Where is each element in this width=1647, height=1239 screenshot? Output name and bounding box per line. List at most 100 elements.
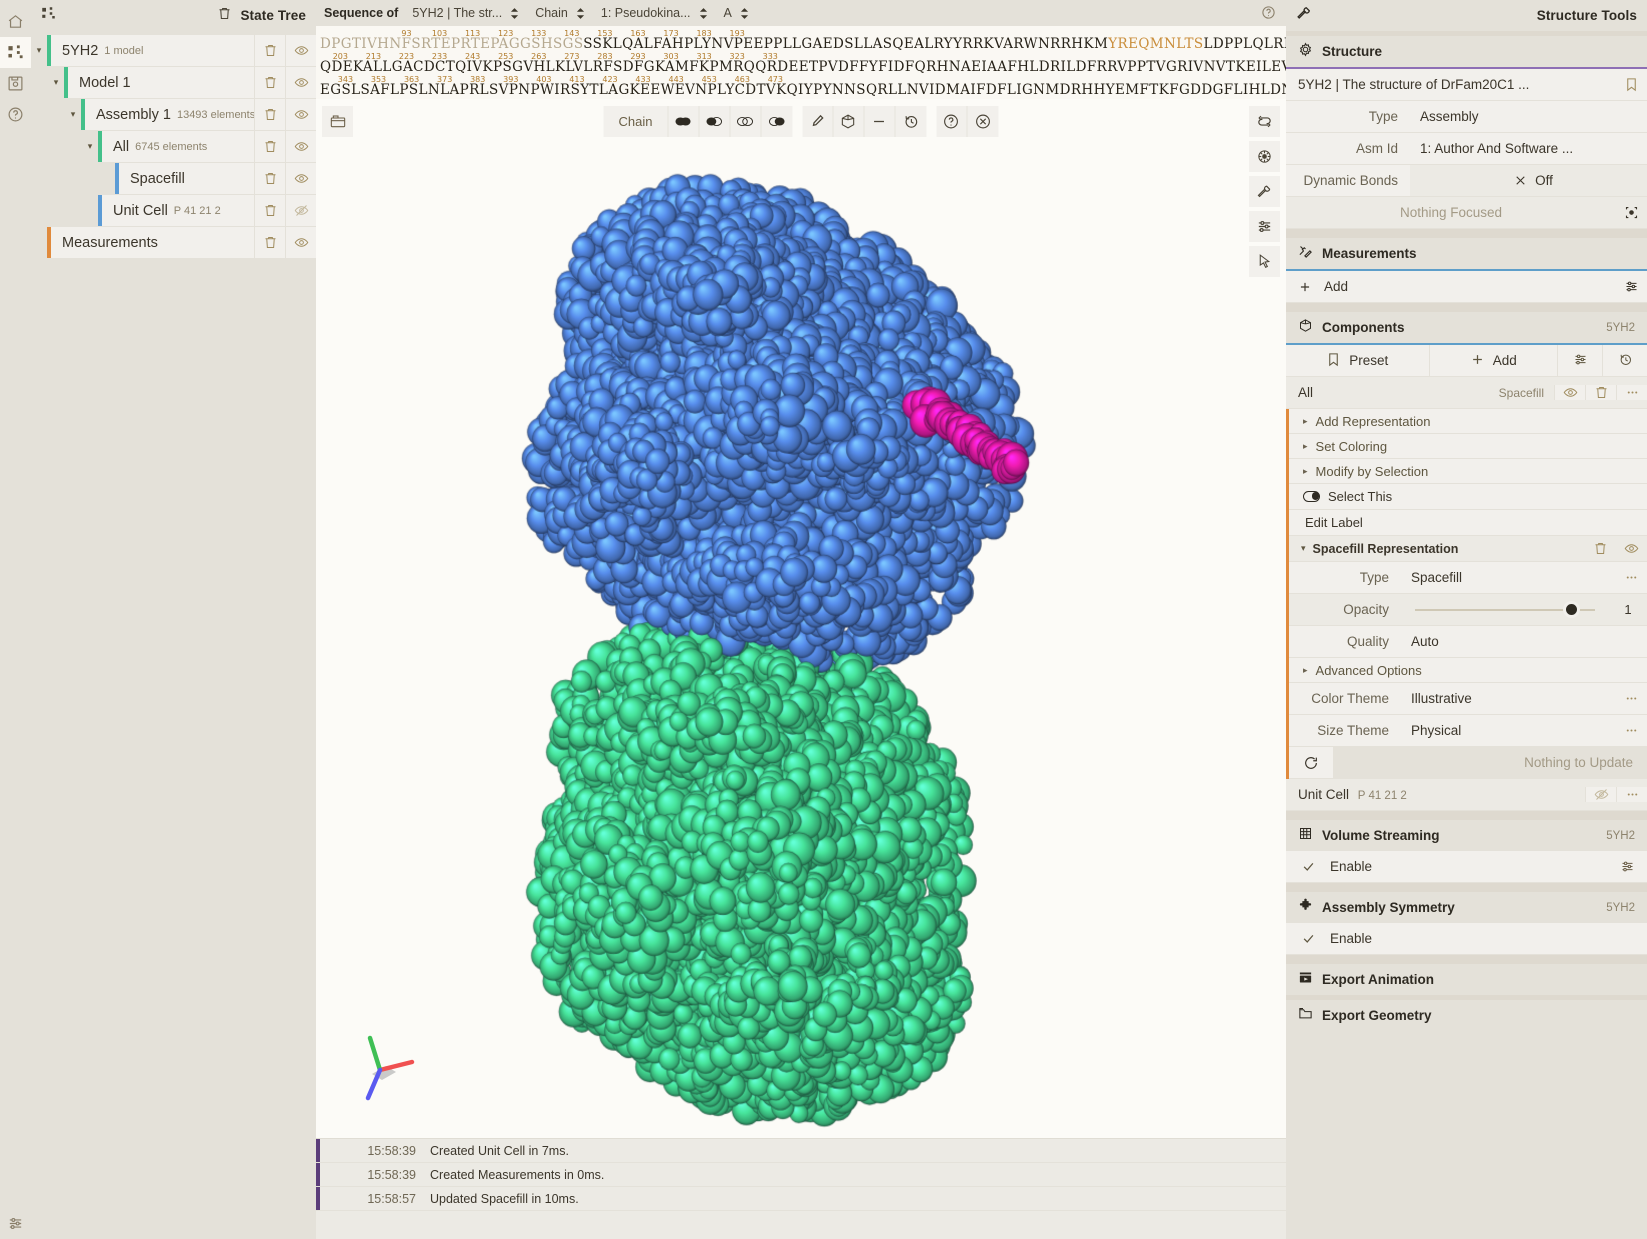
components-options-button[interactable] [1558,345,1602,376]
tree-node-delete-icon[interactable] [254,195,285,226]
tree-node-label-cell[interactable]: Measurements [51,227,254,258]
help-icon[interactable] [0,99,31,130]
section-header-structure[interactable]: Structure [1286,36,1647,67]
structure-dynamicbonds-value-wrap[interactable]: Off [1410,165,1647,196]
color-theme-more-icon[interactable] [1616,691,1647,706]
representation-header-row[interactable]: ▾ Spacefill Representation [1289,536,1647,561]
sequence-line[interactable]: 93 103 113 123 133 143 153 163 173 183 1… [320,29,1282,52]
section-header-measurements[interactable]: Measurements [1286,238,1647,269]
tree-node-delete-icon[interactable] [254,67,285,98]
representation-type-value[interactable]: Spacefill [1401,562,1616,593]
component-delete-icon[interactable] [1585,385,1616,400]
bookmark-icon[interactable] [1616,77,1647,92]
tree-node-visibility-off-icon[interactable] [285,195,316,226]
add-component-button[interactable]: Add [1430,345,1558,376]
component-more-icon[interactable] [1616,385,1647,400]
sequence-residues[interactable]: EGSLSAFLPSLNLAPRLSVPNPWIRSYTLAGKEEWEVNPL… [320,82,1286,98]
opacity-slider[interactable] [1401,594,1609,625]
assembly-symmetry-enable-row[interactable]: Enable [1286,923,1647,954]
measurements-add-row[interactable]: Add [1286,271,1647,302]
tree-node-delete-icon[interactable] [254,163,285,194]
tree-node-delete-icon[interactable] [254,99,285,130]
components-history-button[interactable] [1603,345,1647,376]
representation-visibility-icon[interactable] [1616,536,1647,561]
color-theme-value[interactable]: Illustrative [1401,683,1616,714]
tree-node-visibility-icon[interactable] [285,35,316,66]
sequence-line[interactable]: 203 213 223 233 243 253 263 273 283 293 … [320,52,1282,75]
sequence-residues[interactable]: DPGTIVHNFSRTEPRTEPAGGSHSGSSSKLQALFAHPLYN… [320,36,1286,52]
tree-node-label-cell[interactable]: Model 1 [68,67,254,98]
home-icon[interactable] [0,6,31,37]
refresh-icon[interactable] [1289,747,1333,778]
section-header-assembly-symmetry[interactable]: Assembly Symmetry 5YH2 [1286,892,1647,923]
molecule-viewport[interactable]: Chain [316,99,1286,1138]
modify-by-selection-row[interactable]: ▸ Modify by Selection [1289,459,1647,483]
unit-cell-visibility-off-icon[interactable] [1585,787,1616,802]
sequence-help-icon[interactable] [1261,5,1276,25]
sequence-entity-select[interactable]: 1: Pseudokina... [601,6,691,20]
measurements-options-icon[interactable] [1616,279,1647,294]
section-header-export-geometry[interactable]: Export Geometry [1286,1000,1647,1031]
chevron-down-icon[interactable]: ▾ [65,109,81,120]
state-tree-row[interactable]: Unit CellP 41 21 2 [31,195,316,226]
volume-streaming-enable-row[interactable]: Enable [1286,851,1647,882]
tree-node-visibility-icon[interactable] [285,227,316,258]
state-tree-row[interactable]: ▾5YH21 model [31,35,316,66]
chevron-down-icon[interactable]: ▾ [82,141,98,152]
structure-type-row[interactable]: Type Assembly [1286,101,1647,132]
advanced-options-row[interactable]: ▸ Advanced Options [1289,658,1647,682]
preset-button[interactable]: Preset [1286,345,1429,376]
sequence-view[interactable]: 93 103 113 123 133 143 153 163 173 183 1… [316,26,1286,99]
structure-dynamicbonds-row[interactable]: Dynamic Bonds Off [1286,165,1647,196]
tree-node-delete-icon[interactable] [254,131,285,162]
tree-node-visibility-icon[interactable] [285,67,316,98]
tree-node-visibility-icon[interactable] [285,99,316,130]
size-theme-more-icon[interactable] [1616,723,1647,738]
focus-target-icon[interactable] [1616,205,1647,220]
chevron-down-icon[interactable]: ▾ [1289,543,1306,554]
tree-node-label-cell[interactable]: Unit CellP 41 21 2 [102,195,254,226]
state-tree-row[interactable]: Measurements [31,227,316,258]
tree-node-delete-icon[interactable] [254,227,285,258]
representation-quality-value[interactable]: Auto [1401,626,1647,657]
unit-cell-more-icon[interactable] [1616,787,1647,802]
state-tree-row[interactable]: ▾Model 1 [31,67,316,98]
tree-node-label-cell[interactable]: Assembly 113493 elements [85,99,254,130]
set-coloring-row[interactable]: ▸ Set Coloring [1289,434,1647,458]
unit-cell-row[interactable]: Unit Cell P 41 21 2 [1286,779,1647,810]
section-header-export-animation[interactable]: Export Animation [1286,964,1647,995]
molecule-render[interactable] [316,99,1286,1138]
structure-asmid-row[interactable]: Asm Id 1: Author And Software ... [1286,133,1647,164]
component-header-row[interactable]: All Spacefill [1286,377,1647,408]
chevron-updown-icon-2[interactable] [576,8,585,19]
save-state-icon[interactable] [0,68,31,99]
structure-asmid-value[interactable]: 1: Author And Software ... [1410,133,1647,164]
state-tree-row[interactable]: Spacefill [31,163,316,194]
tree-node-label-cell[interactable]: Spacefill [119,163,254,194]
sequence-line[interactable]: 343 353 363 373 383 393 403 413 423 433 … [320,75,1282,98]
representation-delete-icon[interactable] [1585,536,1616,561]
sequence-chain-select[interactable]: A [724,6,732,20]
sequence-residues[interactable]: QDEKALLGACDCTQIVKPSGVHLKLVLRFSDFGKAMFKPM… [320,59,1286,75]
representation-type-row[interactable]: Type Spacefill [1289,562,1647,593]
edit-label-row[interactable]: Edit Label [1289,510,1647,535]
tree-node-label-cell[interactable]: 5YH21 model [51,35,254,66]
structure-entry-row[interactable]: 5YH2 | The structure of DrFam20C1 ... [1286,69,1647,100]
measurements-add-button[interactable]: Add [1286,279,1616,294]
chevron-updown-icon-3[interactable] [699,8,708,19]
tree-node-label-cell[interactable]: All6745 elements [102,131,254,162]
remove-all-icon[interactable] [217,6,232,26]
settings-icon[interactable] [0,1208,31,1239]
chevron-updown-icon-4[interactable] [740,8,749,19]
tree-node-visibility-icon[interactable] [285,131,316,162]
size-theme-row[interactable]: Size Theme Physical [1289,715,1647,746]
sequence-entity-kind-select[interactable]: Chain [535,6,568,20]
add-representation-row[interactable]: ▸ Add Representation [1289,409,1647,433]
volume-streaming-options-icon[interactable] [1607,859,1647,874]
representation-opacity-row[interactable]: Opacity 1 [1289,594,1647,625]
opacity-slider-knob[interactable] [1563,601,1580,618]
state-tree-row[interactable]: ▾ Assembly 113493 elements [31,99,316,130]
tree-node-delete-icon[interactable] [254,35,285,66]
toggle-icon[interactable] [1303,491,1320,502]
chevron-updown-icon-1[interactable] [510,8,519,19]
